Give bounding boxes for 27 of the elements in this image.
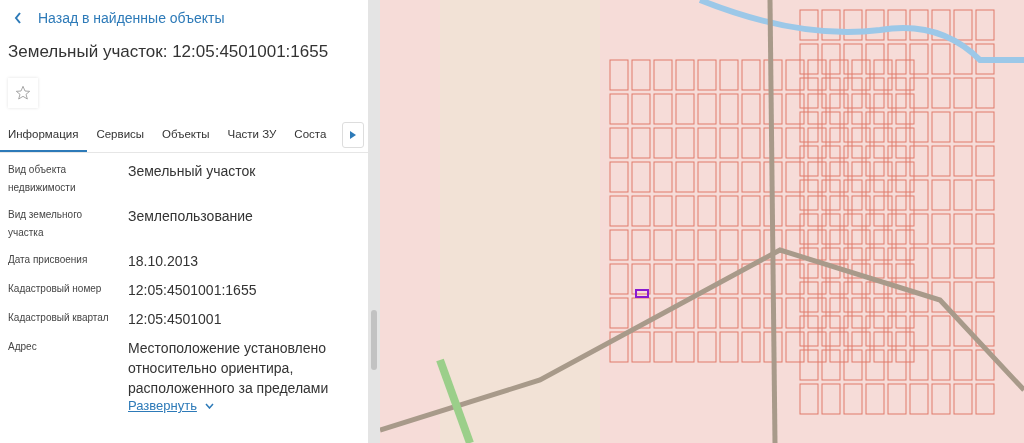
back-link[interactable]: Назад в найденные объекты bbox=[0, 0, 239, 26]
tab[interactable]: Соста bbox=[285, 120, 336, 152]
tab[interactable]: Объекты bbox=[153, 120, 219, 152]
tab[interactable]: Части ЗУ bbox=[218, 120, 286, 152]
field-label: Вид объекта недвижимости bbox=[8, 163, 77, 195]
field-value: 12:05:4501001 bbox=[128, 310, 222, 329]
field-value: 18.10.2013 bbox=[128, 252, 199, 271]
scrollbar[interactable] bbox=[368, 0, 380, 443]
field-label: Адрес bbox=[8, 340, 38, 354]
expand-link[interactable]: Развернуть bbox=[128, 398, 214, 413]
field-label: Кадастровый квартал bbox=[8, 311, 110, 325]
field-value: Землепользование bbox=[128, 207, 253, 226]
favorite-button[interactable] bbox=[8, 78, 38, 108]
scroll-tabs-button[interactable] bbox=[342, 122, 364, 148]
field-value: 12:05:4501001:1655 bbox=[128, 281, 257, 300]
field-value: Земельный участок bbox=[128, 162, 256, 181]
chevron-down-icon bbox=[204, 402, 214, 409]
tab[interactable]: Сервисы bbox=[87, 120, 154, 152]
map-drawing[interactable] bbox=[380, 0, 1024, 443]
field-label: Вид земельного участка bbox=[8, 208, 84, 240]
field-value: Местоположение установлено относительно ориентира, расположенного за пределами bbox=[128, 339, 330, 398]
field-label: Дата присвоения bbox=[8, 253, 89, 267]
chevron-left-icon bbox=[14, 12, 22, 24]
field-label: Кадастровый номер bbox=[8, 282, 103, 296]
triangle-right-icon bbox=[350, 131, 356, 139]
page-title: Земельный участок: 12:05:4501001:1655 bbox=[8, 42, 330, 62]
tab[interactable]: Информация bbox=[0, 120, 88, 152]
